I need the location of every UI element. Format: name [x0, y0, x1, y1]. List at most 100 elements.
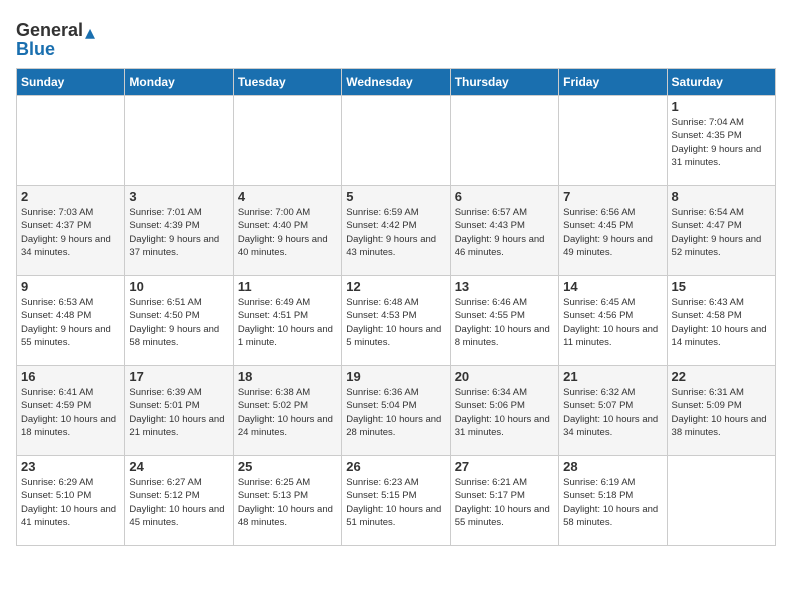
- day-number: 5: [346, 189, 445, 204]
- day-number: 3: [129, 189, 228, 204]
- calendar-cell: [342, 96, 450, 186]
- day-number: 27: [455, 459, 554, 474]
- calendar-cell: [667, 456, 775, 546]
- calendar-cell: 23 Sunrise: 6:29 AM Sunset: 5:10 PM Dayli…: [17, 456, 125, 546]
- calendar-cell: 22Sunrise: 6:31 AM Sunset: 5:09 PM Dayli…: [667, 366, 775, 456]
- calendar-cell: [450, 96, 558, 186]
- calendar-cell: 11 Sunrise: 6:49 AM Sunset: 4:51 PM Dayli…: [233, 276, 341, 366]
- day-number: 11: [238, 279, 337, 294]
- day-number: 25: [238, 459, 337, 474]
- day-number: 21: [563, 369, 662, 384]
- day-number: 4: [238, 189, 337, 204]
- logo: General ▴ Blue: [16, 16, 115, 60]
- calendar-cell: 12 Sunrise: 6:48 AM Sunset: 4:53 PM Dayli…: [342, 276, 450, 366]
- calendar-table: SundayMondayTuesdayWednesdayThursdayFrid…: [16, 68, 776, 546]
- day-info: Sunrise: 6:53 AM Sunset: 4:48 PM Dayligh…: [21, 296, 120, 349]
- weekday-header-saturday: Saturday: [667, 69, 775, 96]
- logo-bird-icon: ▴: [85, 16, 115, 45]
- calendar-cell: 16 Sunrise: 6:41 AM Sunset: 4:59 PM Dayli…: [17, 366, 125, 456]
- day-info: Sunrise: 6:39 AM Sunset: 5:01 PM Dayligh…: [129, 386, 228, 439]
- day-info: Sunrise: 6:45 AM Sunset: 4:56 PM Dayligh…: [563, 296, 662, 349]
- logo-general-text: General: [16, 20, 83, 41]
- day-number: 12: [346, 279, 445, 294]
- calendar-cell: 10 Sunrise: 6:51 AM Sunset: 4:50 PM Dayli…: [125, 276, 233, 366]
- day-info: Sunrise: 6:56 AM Sunset: 4:45 PM Dayligh…: [563, 206, 662, 259]
- calendar-cell: 8 Sunrise: 6:54 AM Sunset: 4:47 PM Daylig…: [667, 186, 775, 276]
- day-number: 15: [672, 279, 771, 294]
- day-number: 9: [21, 279, 120, 294]
- day-info: Sunrise: 7:01 AM Sunset: 4:39 PM Dayligh…: [129, 206, 228, 259]
- calendar-cell: 15Sunrise: 6:43 AM Sunset: 4:58 PM Dayli…: [667, 276, 775, 366]
- calendar-cell: [17, 96, 125, 186]
- day-number: 20: [455, 369, 554, 384]
- day-info: Sunrise: 7:04 AM Sunset: 4:35 PM Dayligh…: [672, 116, 771, 169]
- day-info: Sunrise: 6:25 AM Sunset: 5:13 PM Dayligh…: [238, 476, 337, 529]
- day-number: 17: [129, 369, 228, 384]
- header: General ▴ Blue: [16, 16, 776, 60]
- day-info: Sunrise: 6:38 AM Sunset: 5:02 PM Dayligh…: [238, 386, 337, 439]
- calendar-cell: 5 Sunrise: 6:59 AM Sunset: 4:42 PM Daylig…: [342, 186, 450, 276]
- calendar-week-row: 16 Sunrise: 6:41 AM Sunset: 4:59 PM Dayli…: [17, 366, 776, 456]
- calendar-cell: 6Sunrise: 6:57 AM Sunset: 4:43 PM Daylig…: [450, 186, 558, 276]
- calendar-cell: 9 Sunrise: 6:53 AM Sunset: 4:48 PM Daylig…: [17, 276, 125, 366]
- calendar-cell: 28 Sunrise: 6:19 AM Sunset: 5:18 PM Dayli…: [559, 456, 667, 546]
- calendar-cell: 2 Sunrise: 7:03 AM Sunset: 4:37 PM Daylig…: [17, 186, 125, 276]
- day-number: 10: [129, 279, 228, 294]
- day-info: Sunrise: 6:46 AM Sunset: 4:55 PM Dayligh…: [455, 296, 554, 349]
- day-info: Sunrise: 6:32 AM Sunset: 5:07 PM Dayligh…: [563, 386, 662, 439]
- calendar-week-row: 23 Sunrise: 6:29 AM Sunset: 5:10 PM Dayli…: [17, 456, 776, 546]
- day-number: 24: [129, 459, 228, 474]
- calendar-cell: 20Sunrise: 6:34 AM Sunset: 5:06 PM Dayli…: [450, 366, 558, 456]
- calendar-cell: 24 Sunrise: 6:27 AM Sunset: 5:12 PM Dayli…: [125, 456, 233, 546]
- calendar-week-row: 9 Sunrise: 6:53 AM Sunset: 4:48 PM Daylig…: [17, 276, 776, 366]
- day-number: 2: [21, 189, 120, 204]
- calendar-cell: 18 Sunrise: 6:38 AM Sunset: 5:02 PM Dayli…: [233, 366, 341, 456]
- calendar-cell: 25 Sunrise: 6:25 AM Sunset: 5:13 PM Dayli…: [233, 456, 341, 546]
- weekday-header-row: SundayMondayTuesdayWednesdayThursdayFrid…: [17, 69, 776, 96]
- weekday-header-wednesday: Wednesday: [342, 69, 450, 96]
- day-number: 22: [672, 369, 771, 384]
- day-number: 28: [563, 459, 662, 474]
- logo-blue-text: Blue: [16, 39, 55, 60]
- day-number: 1: [672, 99, 771, 114]
- day-number: 23: [21, 459, 120, 474]
- day-number: 16: [21, 369, 120, 384]
- calendar-cell: 17 Sunrise: 6:39 AM Sunset: 5:01 PM Dayli…: [125, 366, 233, 456]
- calendar-cell: [559, 96, 667, 186]
- day-info: Sunrise: 7:03 AM Sunset: 4:37 PM Dayligh…: [21, 206, 120, 259]
- day-info: Sunrise: 6:41 AM Sunset: 4:59 PM Dayligh…: [21, 386, 120, 439]
- calendar-cell: [233, 96, 341, 186]
- day-info: Sunrise: 6:57 AM Sunset: 4:43 PM Dayligh…: [455, 206, 554, 259]
- calendar-cell: 13 Sunrise: 6:46 AM Sunset: 4:55 PM Dayli…: [450, 276, 558, 366]
- day-number: 8: [672, 189, 771, 204]
- day-number: 19: [346, 369, 445, 384]
- day-info: Sunrise: 6:29 AM Sunset: 5:10 PM Dayligh…: [21, 476, 120, 529]
- calendar-cell: 1 Sunrise: 7:04 AM Sunset: 4:35 PM Daylig…: [667, 96, 775, 186]
- day-number: 13: [455, 279, 554, 294]
- calendar-cell: 3 Sunrise: 7:01 AM Sunset: 4:39 PM Daylig…: [125, 186, 233, 276]
- calendar-cell: 14 Sunrise: 6:45 AM Sunset: 4:56 PM Dayli…: [559, 276, 667, 366]
- weekday-header-tuesday: Tuesday: [233, 69, 341, 96]
- day-info: Sunrise: 6:48 AM Sunset: 4:53 PM Dayligh…: [346, 296, 445, 349]
- calendar-cell: 27 Sunrise: 6:21 AM Sunset: 5:17 PM Dayli…: [450, 456, 558, 546]
- day-info: Sunrise: 6:19 AM Sunset: 5:18 PM Dayligh…: [563, 476, 662, 529]
- day-info: Sunrise: 6:23 AM Sunset: 5:15 PM Dayligh…: [346, 476, 445, 529]
- calendar-cell: [125, 96, 233, 186]
- calendar-week-row: 2 Sunrise: 7:03 AM Sunset: 4:37 PM Daylig…: [17, 186, 776, 276]
- day-number: 7: [563, 189, 662, 204]
- day-info: Sunrise: 7:00 AM Sunset: 4:40 PM Dayligh…: [238, 206, 337, 259]
- calendar-cell: 26Sunrise: 6:23 AM Sunset: 5:15 PM Dayli…: [342, 456, 450, 546]
- weekday-header-monday: Monday: [125, 69, 233, 96]
- day-number: 18: [238, 369, 337, 384]
- day-info: Sunrise: 6:21 AM Sunset: 5:17 PM Dayligh…: [455, 476, 554, 529]
- calendar-cell: 4 Sunrise: 7:00 AM Sunset: 4:40 PM Daylig…: [233, 186, 341, 276]
- calendar-cell: 21 Sunrise: 6:32 AM Sunset: 5:07 PM Dayli…: [559, 366, 667, 456]
- day-info: Sunrise: 6:27 AM Sunset: 5:12 PM Dayligh…: [129, 476, 228, 529]
- day-info: Sunrise: 6:51 AM Sunset: 4:50 PM Dayligh…: [129, 296, 228, 349]
- weekday-header-thursday: Thursday: [450, 69, 558, 96]
- day-number: 14: [563, 279, 662, 294]
- day-info: Sunrise: 6:36 AM Sunset: 5:04 PM Dayligh…: [346, 386, 445, 439]
- day-info: Sunrise: 6:49 AM Sunset: 4:51 PM Dayligh…: [238, 296, 337, 349]
- day-info: Sunrise: 6:54 AM Sunset: 4:47 PM Dayligh…: [672, 206, 771, 259]
- day-info: Sunrise: 6:59 AM Sunset: 4:42 PM Dayligh…: [346, 206, 445, 259]
